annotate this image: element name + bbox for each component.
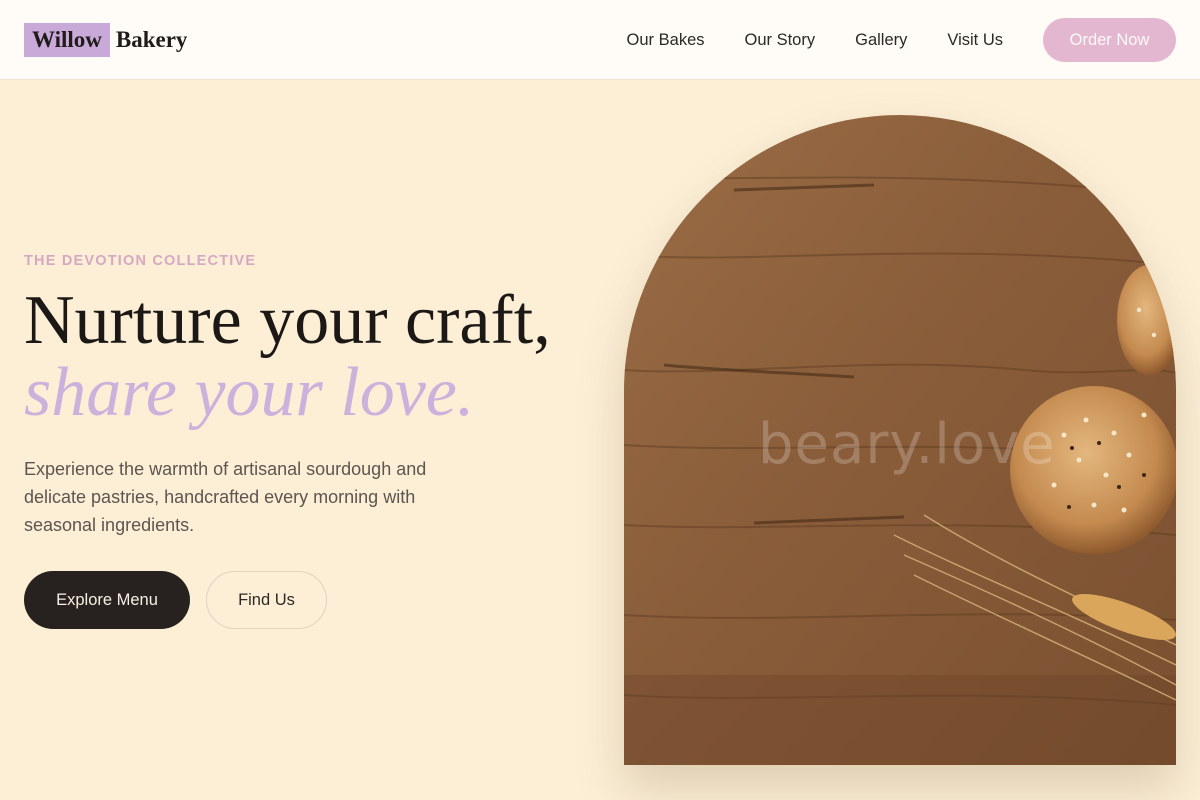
nav-our-bakes[interactable]: Our Bakes: [627, 31, 705, 50]
bread-on-wood-image: [624, 115, 1176, 765]
order-now-button[interactable]: Order Now: [1043, 18, 1176, 62]
find-us-button[interactable]: Find Us: [206, 571, 327, 629]
nav-our-story[interactable]: Our Story: [745, 31, 816, 50]
hero-headline-accent: share your love.: [24, 354, 475, 431]
hero-image: [624, 115, 1176, 765]
logo[interactable]: Willow Bakery: [24, 23, 187, 57]
logo-highlight: Willow: [24, 23, 110, 57]
site-header: Willow Bakery Our Bakes Our Story Galler…: [0, 0, 1200, 80]
main-nav: Our Bakes Our Story Gallery Visit Us Ord…: [627, 0, 1176, 80]
hero-eyebrow: THE DEVOTION COLLECTIVE: [24, 253, 257, 269]
nav-gallery[interactable]: Gallery: [855, 31, 907, 50]
explore-menu-button[interactable]: Explore Menu: [24, 571, 190, 629]
hero-headline: Nurture your craft,: [24, 282, 551, 359]
nav-visit-us[interactable]: Visit Us: [947, 31, 1003, 50]
logo-text: Bakery: [115, 27, 188, 52]
hero-description: Experience the warmth of artisanal sourd…: [24, 459, 427, 535]
